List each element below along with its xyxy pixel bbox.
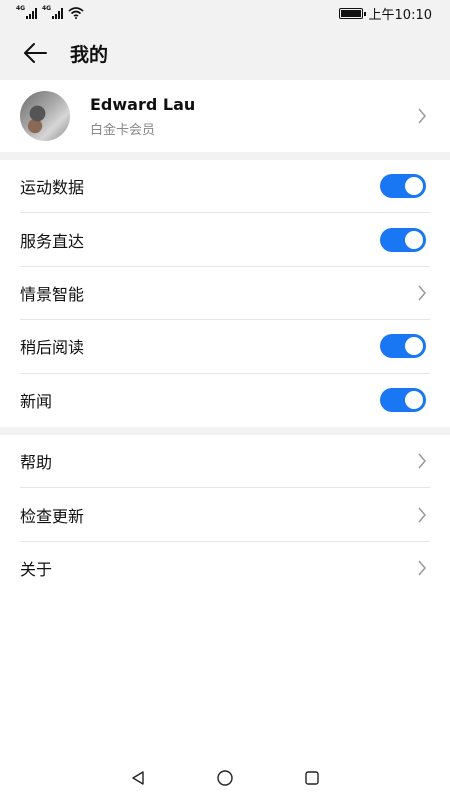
network-tag: 4G xyxy=(42,4,52,12)
more-group: 帮助 检查更新 关于 xyxy=(0,434,450,771)
battery-icon xyxy=(338,7,366,19)
signal-icon: 4G xyxy=(16,4,37,19)
menu-label: 帮助 xyxy=(20,453,53,473)
status-bar: 4G 4G 上午10:10 xyxy=(0,0,450,26)
profile-name: Edward Lau xyxy=(90,94,196,114)
setting-label: 新闻 xyxy=(20,392,53,412)
nav-back-icon[interactable] xyxy=(127,767,149,789)
settings-group: 运动数据 服务直达 情景智能 稍后阅读 新闻 xyxy=(0,160,450,427)
chevron-right-icon xyxy=(414,106,430,126)
setting-row-news[interactable]: 新闻 xyxy=(20,374,430,427)
menu-row-about[interactable]: 关于 xyxy=(20,542,430,595)
wifi-icon xyxy=(68,7,84,19)
profile-card[interactable]: Edward Lau 白金卡会员 xyxy=(0,80,450,152)
sports-data-toggle[interactable] xyxy=(380,174,426,199)
status-right: 上午10:10 xyxy=(338,4,432,23)
setting-label: 稍后阅读 xyxy=(20,338,85,358)
header: 我的 xyxy=(0,26,450,80)
navigation-bar xyxy=(0,756,450,800)
menu-row-check-update[interactable]: 检查更新 xyxy=(20,488,430,542)
menu-label: 检查更新 xyxy=(20,506,85,526)
setting-row-service-direct[interactable]: 服务直达 xyxy=(20,213,430,267)
avatar xyxy=(20,91,70,141)
back-arrow-icon[interactable] xyxy=(20,38,50,68)
read-later-toggle[interactable] xyxy=(380,334,426,359)
chevron-right-icon xyxy=(414,451,430,471)
setting-row-smart-scene[interactable]: 情景智能 xyxy=(20,267,430,321)
news-toggle[interactable] xyxy=(380,388,426,413)
setting-row-read-later[interactable]: 稍后阅读 xyxy=(20,320,430,374)
menu-row-help[interactable]: 帮助 xyxy=(20,435,430,489)
chevron-right-icon xyxy=(414,558,430,578)
setting-label: 服务直达 xyxy=(20,231,85,251)
status-time: 上午10:10 xyxy=(368,7,432,23)
setting-label: 情景智能 xyxy=(20,284,85,304)
network-tag: 4G xyxy=(16,4,26,12)
nav-home-icon[interactable] xyxy=(214,767,236,789)
setting-row-sports-data[interactable]: 运动数据 xyxy=(20,160,430,214)
chevron-right-icon xyxy=(414,505,430,525)
empty-area xyxy=(0,595,450,771)
setting-label: 运动数据 xyxy=(20,178,85,198)
status-left: 4G 4G xyxy=(16,4,84,19)
nav-recents-icon[interactable] xyxy=(301,767,323,789)
menu-label: 关于 xyxy=(20,560,53,580)
chevron-right-icon xyxy=(414,283,430,303)
service-direct-toggle[interactable] xyxy=(380,227,426,252)
signal-icon: 4G xyxy=(42,4,63,19)
membership-label: 白金卡会员 xyxy=(90,122,156,138)
page-title: 我的 xyxy=(70,43,109,66)
